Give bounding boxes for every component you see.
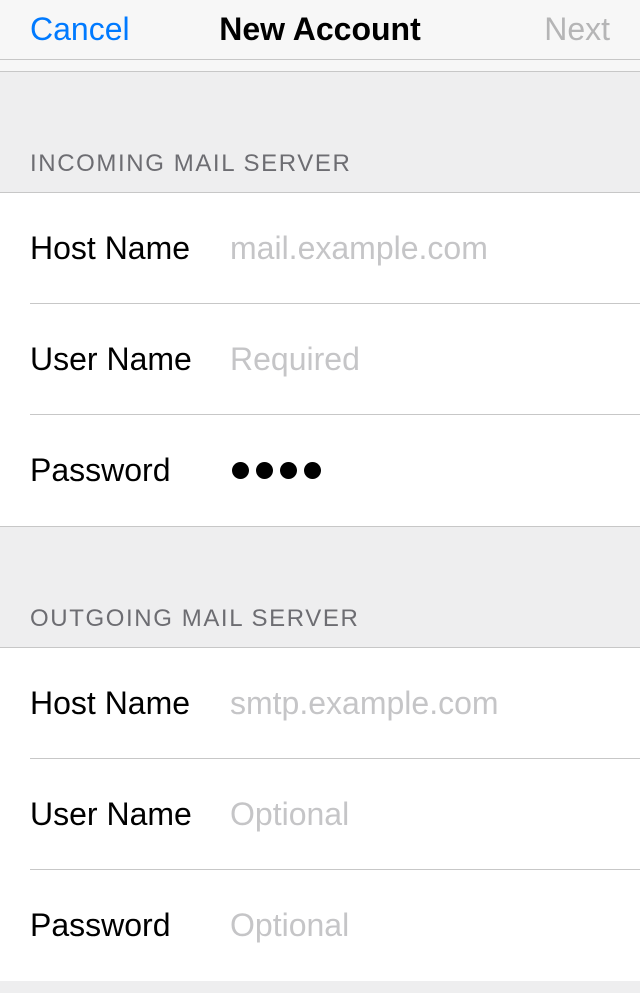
password-dot-icon (232, 462, 249, 479)
incoming-section-header: INCOMING MAIL SERVER (0, 72, 640, 192)
password-dot-icon (280, 462, 297, 479)
incoming-password-label: Password (30, 452, 230, 489)
outgoing-group: Host Name User Name Password (0, 647, 640, 981)
incoming-username-label: User Name (30, 341, 230, 378)
incoming-hostname-input[interactable] (230, 230, 640, 267)
incoming-hostname-label: Host Name (30, 230, 230, 267)
outgoing-section-header: OUTGOING MAIL SERVER (0, 527, 640, 647)
password-dot-icon (256, 462, 273, 479)
outgoing-password-row: Password (30, 870, 640, 981)
page-title: New Account (150, 11, 490, 48)
nav-bar: Cancel New Account Next (0, 0, 640, 60)
spacer (0, 60, 640, 72)
outgoing-password-input[interactable] (230, 907, 640, 944)
incoming-password-input[interactable] (230, 462, 640, 479)
incoming-group: Host Name User Name Password (0, 192, 640, 527)
next-button[interactable]: Next (490, 11, 610, 48)
cancel-button[interactable]: Cancel (30, 11, 150, 48)
incoming-username-row: User Name (30, 304, 640, 415)
outgoing-hostname-label: Host Name (30, 685, 230, 722)
outgoing-hostname-input[interactable] (230, 685, 640, 722)
incoming-username-input[interactable] (230, 341, 640, 378)
outgoing-password-label: Password (30, 907, 230, 944)
outgoing-username-input[interactable] (230, 796, 640, 833)
incoming-hostname-row: Host Name (30, 193, 640, 304)
incoming-password-row: Password (30, 415, 640, 526)
outgoing-username-row: User Name (30, 759, 640, 870)
outgoing-username-label: User Name (30, 796, 230, 833)
password-dot-icon (304, 462, 321, 479)
outgoing-hostname-row: Host Name (30, 648, 640, 759)
